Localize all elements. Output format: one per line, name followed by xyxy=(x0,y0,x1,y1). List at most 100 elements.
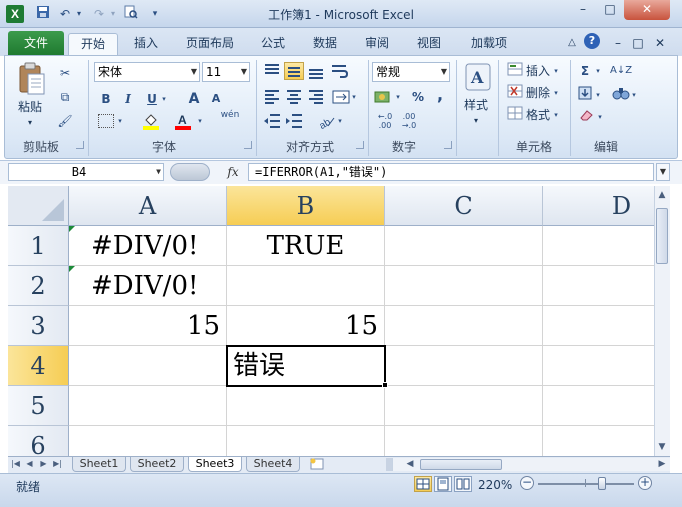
cell-c1[interactable] xyxy=(385,226,543,266)
cell-a2[interactable]: #DIV/0! xyxy=(69,266,227,306)
find-select-icon[interactable] xyxy=(612,86,630,107)
horizontal-scroll-thumb[interactable] xyxy=(420,459,502,470)
align-middle-icon[interactable] xyxy=(284,62,304,80)
workbook-minimize-icon[interactable]: – xyxy=(610,33,626,55)
cut-icon[interactable]: ✂ xyxy=(56,64,74,82)
tab-file[interactable]: 文件 xyxy=(8,31,64,55)
vertical-scroll-thumb[interactable] xyxy=(656,208,668,264)
number-format-combo[interactable]: 常规 ▼ xyxy=(372,62,450,82)
increase-decimal-icon[interactable]: ←.0.00 xyxy=(374,112,396,130)
currency-format-icon[interactable] xyxy=(374,88,394,106)
cell-d6[interactable] xyxy=(543,426,654,456)
scroll-down-icon[interactable]: ▼ xyxy=(656,440,668,454)
clear-dropdown-icon[interactable]: ▾ xyxy=(596,108,604,126)
fill-handle[interactable] xyxy=(382,382,388,388)
border-dropdown-icon[interactable]: ▾ xyxy=(116,112,124,130)
fill-dropdown-icon[interactable]: ▾ xyxy=(594,86,602,104)
cell-c5[interactable] xyxy=(385,386,543,426)
formula-input[interactable]: =IFERROR(A1,"错误") xyxy=(248,163,654,181)
workbook-restore-icon[interactable]: □ xyxy=(630,33,646,55)
cell-c6[interactable] xyxy=(385,426,543,456)
delete-cells-button[interactable]: 删除 xyxy=(526,84,550,102)
italic-button[interactable]: I xyxy=(120,90,136,108)
align-bottom-icon[interactable] xyxy=(306,62,326,80)
currency-dropdown-icon[interactable]: ▾ xyxy=(394,88,402,106)
fill-icon[interactable] xyxy=(578,86,592,105)
scroll-left-icon[interactable]: ◀ xyxy=(404,458,416,471)
copy-icon[interactable]: ⧉ xyxy=(56,88,74,106)
tab-insert[interactable]: 插入 xyxy=(124,33,168,55)
delete-dropdown-icon[interactable]: ▾ xyxy=(552,84,560,102)
align-center-icon[interactable] xyxy=(284,88,304,106)
underline-button[interactable]: U xyxy=(144,90,160,108)
next-sheet-icon[interactable]: ▶ xyxy=(38,458,49,470)
autosum-icon[interactable]: Σ xyxy=(578,62,592,80)
formula-bar-splitter[interactable] xyxy=(170,163,210,181)
cell-c3[interactable] xyxy=(385,306,543,346)
sheet-tab-sheet2[interactable]: Sheet2 xyxy=(130,457,184,472)
fill-color-icon[interactable] xyxy=(142,112,160,130)
cell-b5[interactable] xyxy=(227,386,385,426)
cell-d4[interactable] xyxy=(543,346,654,386)
clipboard-launcher-icon[interactable] xyxy=(76,141,84,149)
cell-b3[interactable]: 15 xyxy=(227,306,385,346)
align-top-icon[interactable] xyxy=(262,62,282,80)
column-header-b[interactable]: B xyxy=(227,186,385,226)
align-right-icon[interactable] xyxy=(306,88,326,106)
tab-review[interactable]: 审阅 xyxy=(356,33,398,55)
insert-worksheet-icon[interactable] xyxy=(308,458,326,470)
paste-icon[interactable] xyxy=(16,62,48,98)
cell-c4[interactable] xyxy=(385,346,543,386)
name-box[interactable]: B4 ▼ xyxy=(8,163,164,181)
decrease-decimal-icon[interactable]: .00 →.0 xyxy=(398,112,420,130)
font-launcher-icon[interactable] xyxy=(244,141,252,149)
cell-a1[interactable]: #DIV/0! xyxy=(69,226,227,266)
insert-cells-icon[interactable] xyxy=(506,62,524,81)
cell-b6[interactable] xyxy=(227,426,385,456)
zoom-in-button[interactable]: + xyxy=(638,476,652,490)
shrink-font-button[interactable]: A xyxy=(208,90,224,108)
select-all-button[interactable] xyxy=(8,186,69,226)
page-break-view-button[interactable] xyxy=(454,476,472,492)
cell-d1[interactable] xyxy=(543,226,654,266)
sheet-tab-sheet3[interactable]: Sheet3 xyxy=(188,457,242,472)
autosum-dropdown-icon[interactable]: ▾ xyxy=(594,62,602,80)
underline-dropdown-icon[interactable]: ▾ xyxy=(160,90,168,108)
tab-page-layout[interactable]: 页面布局 xyxy=(178,33,242,55)
font-color-dropdown-icon[interactable]: ▾ xyxy=(196,112,204,130)
row-header-5[interactable]: 5 xyxy=(8,386,69,426)
format-painter-icon[interactable]: 🖌 xyxy=(56,112,74,130)
minimize-button[interactable]: – xyxy=(570,0,596,20)
bold-button[interactable]: B xyxy=(98,90,114,108)
font-name-combo[interactable]: 宋体 ▼ xyxy=(94,62,200,82)
insert-dropdown-icon[interactable]: ▾ xyxy=(552,62,560,80)
last-sheet-icon[interactable]: ▶| xyxy=(52,458,63,470)
wrap-text-icon[interactable] xyxy=(330,62,350,80)
cell-a4[interactable] xyxy=(69,346,227,386)
maximize-button[interactable]: □ xyxy=(597,0,623,20)
number-launcher-icon[interactable] xyxy=(444,141,452,149)
minimize-ribbon-icon[interactable]: △ xyxy=(564,33,580,55)
merge-dropdown-icon[interactable]: ▾ xyxy=(350,88,358,106)
normal-view-button[interactable] xyxy=(414,476,432,492)
tab-addins[interactable]: 加载项 xyxy=(462,33,516,55)
zoom-slider-track[interactable] xyxy=(538,483,634,485)
percent-button[interactable]: % xyxy=(410,88,426,106)
cell-d2[interactable] xyxy=(543,266,654,306)
border-icon[interactable] xyxy=(98,114,114,128)
format-cells-icon[interactable] xyxy=(506,106,524,125)
cell-a6[interactable] xyxy=(69,426,227,456)
increase-indent-icon[interactable] xyxy=(284,112,304,130)
scroll-right-icon[interactable]: ▶ xyxy=(656,458,668,471)
delete-cells-icon[interactable] xyxy=(506,84,524,103)
find-dropdown-icon[interactable]: ▾ xyxy=(630,86,638,104)
font-color-icon[interactable]: A xyxy=(174,112,192,130)
prev-sheet-icon[interactable]: ◀ xyxy=(24,458,35,470)
grow-font-button[interactable]: A xyxy=(186,90,202,108)
insert-function-button[interactable]: fx xyxy=(222,163,244,181)
sheet-tab-sheet1[interactable]: Sheet1 xyxy=(72,457,126,472)
tab-split-handle[interactable] xyxy=(386,458,392,471)
cell-c2[interactable] xyxy=(385,266,543,306)
orientation-icon[interactable]: ab xyxy=(316,112,336,132)
zoom-slider-thumb[interactable] xyxy=(598,477,606,490)
